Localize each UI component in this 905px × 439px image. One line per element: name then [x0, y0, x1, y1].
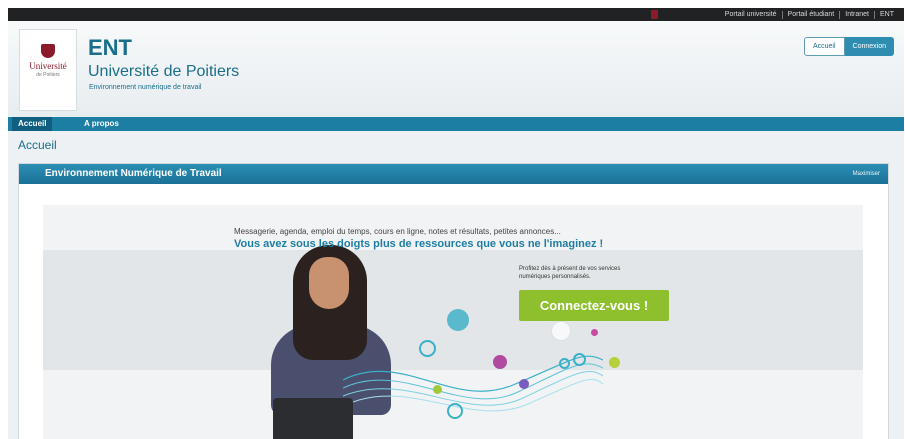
maximize-link[interactable]: Maximiser	[853, 164, 880, 184]
link-intranet[interactable]: Intranet	[845, 11, 869, 18]
top-links: Portail université Portail étudiant Intr…	[725, 8, 894, 21]
site-title: ENT	[88, 35, 132, 60]
flag-icon	[651, 10, 658, 19]
main-nav: Accueil A propos	[8, 117, 904, 131]
university-name: Université de Poitiers	[88, 63, 240, 80]
site-header: Université de Poitiers ENT Université de…	[8, 21, 904, 117]
portlet-header: Environnement Numérique de Travail Maxim…	[19, 164, 888, 184]
login-button[interactable]: Connexion	[844, 37, 894, 56]
nav-item-a-propos[interactable]: A propos	[84, 117, 119, 131]
promo-text: Profitez dès à présent de vos services n…	[519, 266, 621, 280]
decor-dot	[591, 329, 598, 336]
tagline-big: Vous avez sous les doigts plus de ressou…	[234, 238, 604, 250]
decor-dot	[519, 379, 529, 389]
logo-sub: de Poitiers	[36, 72, 60, 78]
decorative-swoosh	[343, 355, 603, 412]
ent-portlet: Environnement Numérique de Travail Maxim…	[18, 163, 889, 439]
browser-frame: Portail université Portail étudiant Intr…	[8, 8, 904, 439]
decor-dot	[551, 321, 571, 341]
crest-icon	[41, 44, 55, 58]
decor-ring	[559, 358, 570, 369]
university-logo[interactable]: Université de Poitiers	[19, 29, 77, 111]
decor-ring	[573, 353, 586, 366]
link-portail-etudiant[interactable]: Portail étudiant	[788, 11, 835, 18]
link-portail-universite[interactable]: Portail université	[725, 11, 777, 18]
logo-name: Université	[29, 61, 67, 71]
nav-item-accueil[interactable]: Accueil	[12, 117, 53, 131]
connect-button[interactable]: Connectez-vous !	[519, 290, 669, 321]
link-ent[interactable]: ENT	[880, 11, 894, 18]
home-button[interactable]: Accueil	[803, 37, 845, 56]
page-title: Accueil	[18, 138, 57, 152]
top-links-bar: Portail université Portail étudiant Intr…	[8, 8, 904, 21]
decor-ring	[447, 403, 463, 419]
illustration-face	[309, 257, 349, 309]
decor-dot	[493, 355, 507, 369]
decor-dot	[433, 385, 442, 394]
tagline-small: Messagerie, agenda, emploi du temps, cou…	[234, 227, 561, 236]
welcome-banner: Messagerie, agenda, emploi du temps, cou…	[43, 205, 863, 439]
laptop-icon	[273, 398, 353, 439]
decor-ring	[419, 340, 436, 357]
separator	[839, 10, 841, 19]
site-subtitle: Environnement numérique de travail	[89, 84, 202, 91]
separator	[874, 10, 875, 19]
decor-dot	[609, 357, 620, 368]
portlet-title: Environnement Numérique de Travail	[45, 168, 222, 179]
decor-dot	[447, 309, 469, 331]
separator	[781, 10, 783, 19]
header-buttons: Accueil Connexion	[803, 37, 894, 56]
